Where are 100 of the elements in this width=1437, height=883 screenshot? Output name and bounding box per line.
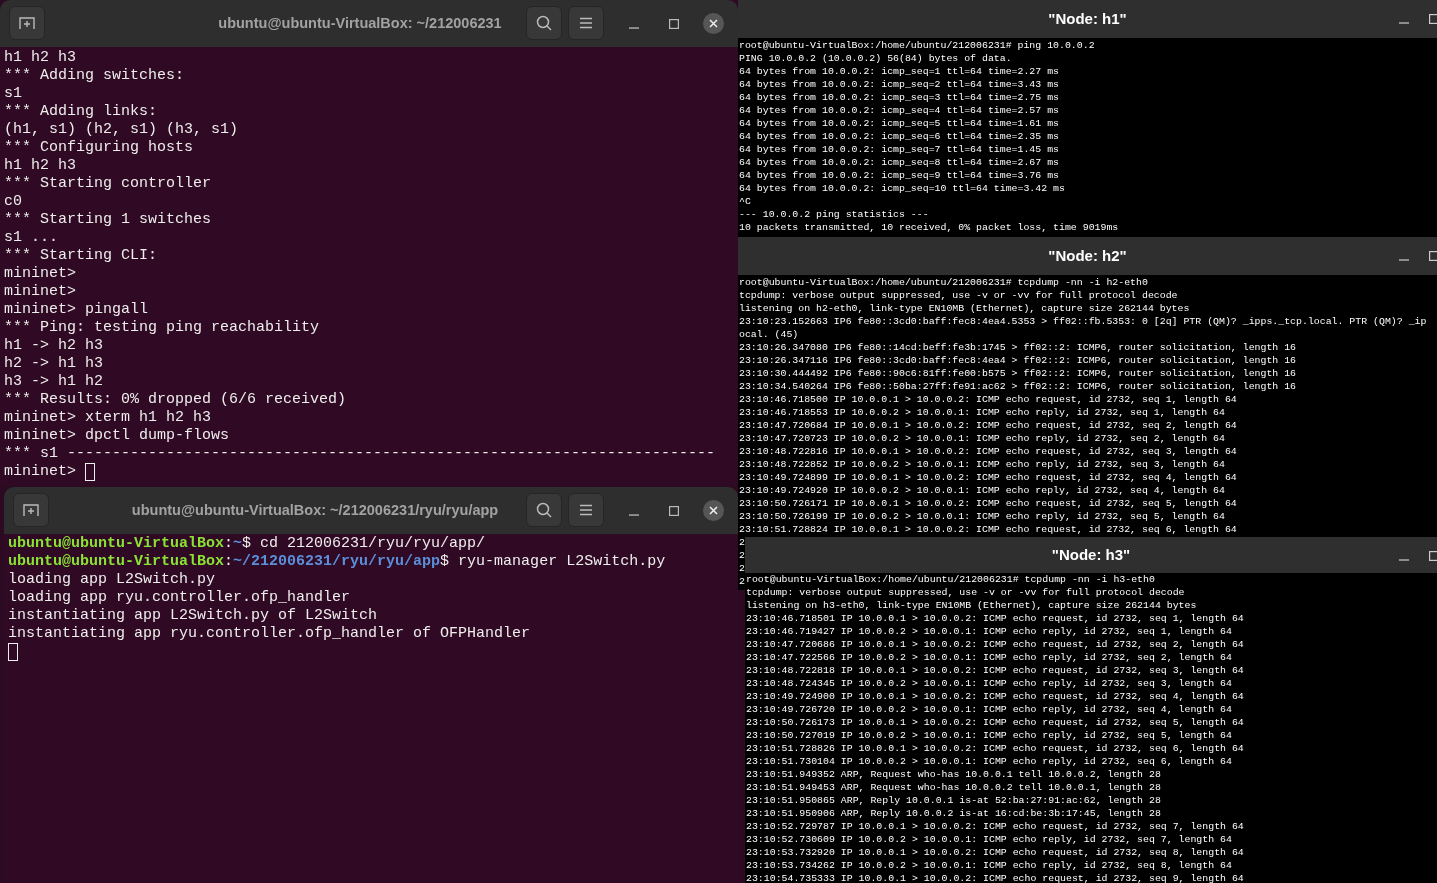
terminal-line: 23:10:51.949352 ARP, Request who-has 10.0.0.1 tell 10.0.0.2, length 28 bbox=[746, 768, 1161, 781]
terminal-line: 23:10:48.724345 IP 10.0.0.2 > 10.0.0.1: ICMP echo reply, id 2732, seq 3, length 64 bbox=[746, 677, 1232, 690]
terminal-line: *** Results: 0% dropped (6/6 received) bbox=[4, 391, 347, 409]
window-title: ubuntu@ubuntu-VirtualBox: ~/212006231 bbox=[218, 13, 502, 33]
terminal-line: ubuntu@ubuntu-VirtualBox:~$ cd 212006231/ryu/ryu/app/ bbox=[8, 535, 486, 553]
terminal-line: tcpdump: verbose output suppressed, use -v or -vv for full protocol decode bbox=[746, 586, 1185, 599]
terminal-line: 64 bytes from 10.0.0.2: icmp_seq=3 ttl=64 time=2.75 ms bbox=[739, 91, 1059, 104]
close-button[interactable] bbox=[703, 13, 724, 34]
terminal-line: 64 bytes from 10.0.0.2: icmp_seq=6 ttl=64 time=2.35 ms bbox=[739, 130, 1059, 143]
window-title: "Node: h3" bbox=[1051, 544, 1131, 565]
minimize-icon bbox=[1399, 259, 1409, 261]
terminal-line: 23:10:50.726173 IP 10.0.0.1 > 10.0.0.2: ICMP echo request, id 2732, seq 5, length 64 bbox=[746, 716, 1244, 729]
terminal-line: mininet> dpctl dump-flows bbox=[4, 427, 230, 445]
terminal-line: 23:10:48.722816 IP 10.0.0.1 > 10.0.0.2: ICMP echo request, id 2732, seq 3, length 64 bbox=[739, 445, 1237, 458]
terminal-line: 2 bbox=[739, 575, 745, 588]
terminal-line: 64 bytes from 10.0.0.2: icmp_seq=8 ttl=64 time=2.67 ms bbox=[739, 156, 1059, 169]
minimize-icon bbox=[1399, 22, 1409, 24]
terminal-line: 23:10:47.720723 IP 10.0.0.2 > 10.0.0.1: ICMP echo reply, id 2732, seq 2, length 64 bbox=[739, 432, 1225, 445]
terminal-line: 23:10:46.719427 IP 10.0.0.2 > 10.0.0.1: ICMP echo reply, id 2732, seq 1, length 64 bbox=[746, 625, 1232, 638]
terminal-line: *** Adding switches: bbox=[4, 67, 185, 85]
terminal-line: loading app ryu.controller.ofp_handler bbox=[8, 589, 351, 607]
window-title: ubuntu@ubuntu-VirtualBox: ~/212006231/ryu/ryu/app bbox=[131, 500, 499, 520]
terminal-line: 23:10:48.722852 IP 10.0.0.2 > 10.0.0.1: ICMP echo reply, id 2732, seq 3, length 64 bbox=[739, 458, 1225, 471]
terminal-line: *** Starting 1 switches bbox=[4, 211, 212, 229]
terminal-line: listening on h3-eth0, link-type EN10MB (Ethernet), capture size 262144 bytes bbox=[746, 599, 1197, 612]
terminal-line: 23:10:30.444492 IP6 fe80::90c6:81ff:fe00:b575 > ff02::2: ICMP6, router solicitation, length 16 bbox=[739, 367, 1297, 380]
terminal-line: 23:10:46.718501 IP 10.0.0.1 > 10.0.0.2: ICMP echo request, id 2732, seq 1, length 64 bbox=[746, 612, 1244, 625]
menu-button[interactable] bbox=[568, 6, 604, 40]
maximize-icon bbox=[1429, 14, 1437, 24]
minimize-icon bbox=[629, 27, 639, 29]
terminal-line: mininet> bbox=[4, 463, 76, 481]
terminal-line: 23:10:51.949453 ARP, Request who-has 10.0.0.2 tell 10.0.0.1, length 28 bbox=[746, 781, 1161, 794]
maximize-icon bbox=[669, 506, 679, 516]
window-title: "Node: h2" bbox=[1048, 245, 1127, 266]
terminal-line: 23:10:52.729787 IP 10.0.0.1 > 10.0.0.2: ICMP echo request, id 2732, seq 7, length 64 bbox=[746, 820, 1244, 833]
search-button[interactable] bbox=[526, 6, 562, 40]
terminal-line: h1 h2 h3 bbox=[4, 49, 76, 67]
terminal-line: *** s1 ------------------------------------------------------------------------ bbox=[4, 445, 716, 463]
terminal-line: *** Starting controller bbox=[4, 175, 212, 193]
menu-icon bbox=[579, 504, 593, 516]
terminal-line: PING 10.0.0.2 (10.0.0.2) 56(84) bytes of data. bbox=[739, 52, 1012, 65]
new-tab-button[interactable] bbox=[13, 493, 49, 527]
maximize-icon bbox=[1429, 551, 1437, 561]
terminal-line: 64 bytes from 10.0.0.2: icmp_seq=4 ttl=64 time=2.57 ms bbox=[739, 104, 1059, 117]
terminal-line: *** Ping: testing ping reachability bbox=[4, 319, 320, 337]
terminal-line: ubuntu@ubuntu-VirtualBox:~/212006231/ryu/ryu/app$ ryu-manager L2Switch.py bbox=[8, 553, 666, 571]
menu-button[interactable] bbox=[568, 493, 604, 527]
terminal-line: 23:10:23.152663 IP6 fe80::3cd0:baff:fec8:4ea4.5353 > ff02::fb.5353: 0 [2q] PTR (QM)? _ipps._tcp.local. PTR (QM)? _ip bbox=[739, 315, 1427, 328]
terminal-line: *** Adding links: bbox=[4, 103, 158, 121]
terminal-line: 2 bbox=[739, 536, 745, 549]
search-icon bbox=[536, 502, 552, 518]
terminal-line: 23:10:50.727019 IP 10.0.0.2 > 10.0.0.1: ICMP echo reply, id 2732, seq 5, length 64 bbox=[746, 729, 1232, 742]
close-icon bbox=[709, 19, 718, 28]
close-button[interactable] bbox=[703, 500, 724, 521]
terminal-line: s1 bbox=[4, 85, 22, 103]
terminal-line: mininet> xterm h1 h2 h3 bbox=[4, 409, 212, 427]
terminal-line: 23:10:53.732920 IP 10.0.0.1 > 10.0.0.2: ICMP echo request, id 2732, seq 8, length 64 bbox=[746, 846, 1244, 859]
terminal-line: listening on h2-eth0, link-type EN10MB (Ethernet), capture size 262144 bytes bbox=[739, 302, 1190, 315]
terminal-line: root@ubuntu-VirtualBox:/home/ubuntu/212006231# ping 10.0.0.2 bbox=[739, 39, 1095, 52]
terminal-line: 64 bytes from 10.0.0.2: icmp_seq=2 ttl=64 time=3.43 ms bbox=[739, 78, 1059, 91]
terminal-line: 64 bytes from 10.0.0.2: icmp_seq=10 ttl=64 time=3.42 ms bbox=[739, 182, 1065, 195]
terminal-line: 23:10:46.718500 IP 10.0.0.1 > 10.0.0.2: ICMP echo request, id 2732, seq 1, length 64 bbox=[739, 393, 1237, 406]
terminal-line: 23:10:26.347116 IP6 fe80::3cd0:baff:fec8:4ea4 > ff02::2: ICMP6, router solicitation, length 16 bbox=[739, 354, 1297, 367]
terminal-line: 23:10:34.540264 IP6 fe80::50ba:27ff:fe91:ac62 > ff02::2: ICMP6, router solicitation, length 16 bbox=[739, 380, 1297, 393]
terminal-line: --- 10.0.0.2 ping statistics --- bbox=[739, 208, 929, 221]
close-icon bbox=[709, 506, 718, 515]
terminal-line: 23:10:46.718553 IP 10.0.0.2 > 10.0.0.1: ICMP echo reply, id 2732, seq 1, length 64 bbox=[739, 406, 1225, 419]
search-button[interactable] bbox=[526, 493, 562, 527]
minimize-icon bbox=[1399, 559, 1409, 561]
terminal-line: 2 bbox=[739, 549, 745, 562]
terminal-line: 23:10:54.735333 IP 10.0.0.1 > 10.0.0.2: ICMP echo request, id 2732, seq 9, length 64 bbox=[746, 872, 1244, 883]
terminal-line: h1 h2 h3 bbox=[4, 157, 76, 175]
maximize-icon bbox=[1429, 251, 1437, 261]
terminal-line: 23:10:47.720686 IP 10.0.0.1 > 10.0.0.2: ICMP echo request, id 2732, seq 2, length 64 bbox=[746, 638, 1244, 651]
terminal-line: (h1, s1) (h2, s1) (h3, s1) bbox=[4, 121, 239, 139]
terminal-line: c0 bbox=[4, 193, 22, 211]
terminal-line: 23:10:50.726199 IP 10.0.0.2 > 10.0.0.1: ICMP echo reply, id 2732, seq 5, length 64 bbox=[739, 510, 1225, 523]
minimize-icon bbox=[629, 514, 639, 516]
terminal-line: 64 bytes from 10.0.0.2: icmp_seq=9 ttl=64 time=3.76 ms bbox=[739, 169, 1059, 182]
terminal-line: root@ubuntu-VirtualBox:/home/ubuntu/212006231# tcpdump -nn -i h3-eth0 bbox=[746, 573, 1155, 586]
terminal-line: 23:10:51.950906 ARP, Reply 10.0.0.2 is-at 16:cd:be:3b:17:45, length 28 bbox=[746, 807, 1161, 820]
new-tab-icon bbox=[23, 503, 39, 517]
terminal-line: 23:10:49.724899 IP 10.0.0.1 > 10.0.0.2: ICMP echo request, id 2732, seq 4, length 64 bbox=[739, 471, 1237, 484]
terminal-line: mininet> pingall bbox=[4, 301, 149, 319]
terminal-line: 23:10:52.730609 IP 10.0.0.2 > 10.0.0.1: ICMP echo reply, id 2732, seq 7, length 64 bbox=[746, 833, 1232, 846]
terminal-line: 64 bytes from 10.0.0.2: icmp_seq=7 ttl=64 time=1.45 ms bbox=[739, 143, 1059, 156]
terminal-line: 23:10:51.730104 IP 10.0.0.2 > 10.0.0.1: ICMP echo reply, id 2732, seq 6, length 64 bbox=[746, 755, 1232, 768]
terminal-line: 64 bytes from 10.0.0.2: icmp_seq=1 ttl=64 time=2.27 ms bbox=[739, 65, 1059, 78]
new-tab-button[interactable] bbox=[9, 6, 45, 40]
maximize-icon bbox=[669, 19, 679, 29]
terminal-line: instantiating app L2Switch.py of L2Switch bbox=[8, 607, 378, 625]
terminal-line: h2 -> h1 h3 bbox=[4, 355, 104, 373]
terminal-line: 23:10:49.724920 IP 10.0.0.2 > 10.0.0.1: ICMP echo reply, id 2732, seq 4, length 64 bbox=[739, 484, 1225, 497]
terminal-line: 23:10:47.720684 IP 10.0.0.1 > 10.0.0.2: ICMP echo request, id 2732, seq 2, length 64 bbox=[739, 419, 1237, 432]
new-tab-icon bbox=[19, 16, 35, 30]
terminal-line: mininet> bbox=[4, 283, 76, 301]
menu-icon bbox=[579, 17, 593, 29]
terminal-line: h1 -> h2 h3 bbox=[4, 337, 104, 355]
terminal-line: ocal. (45) bbox=[739, 328, 799, 341]
terminal-line: 10 packets transmitted, 10 received, 0% packet loss, time 9019ms bbox=[739, 221, 1119, 234]
